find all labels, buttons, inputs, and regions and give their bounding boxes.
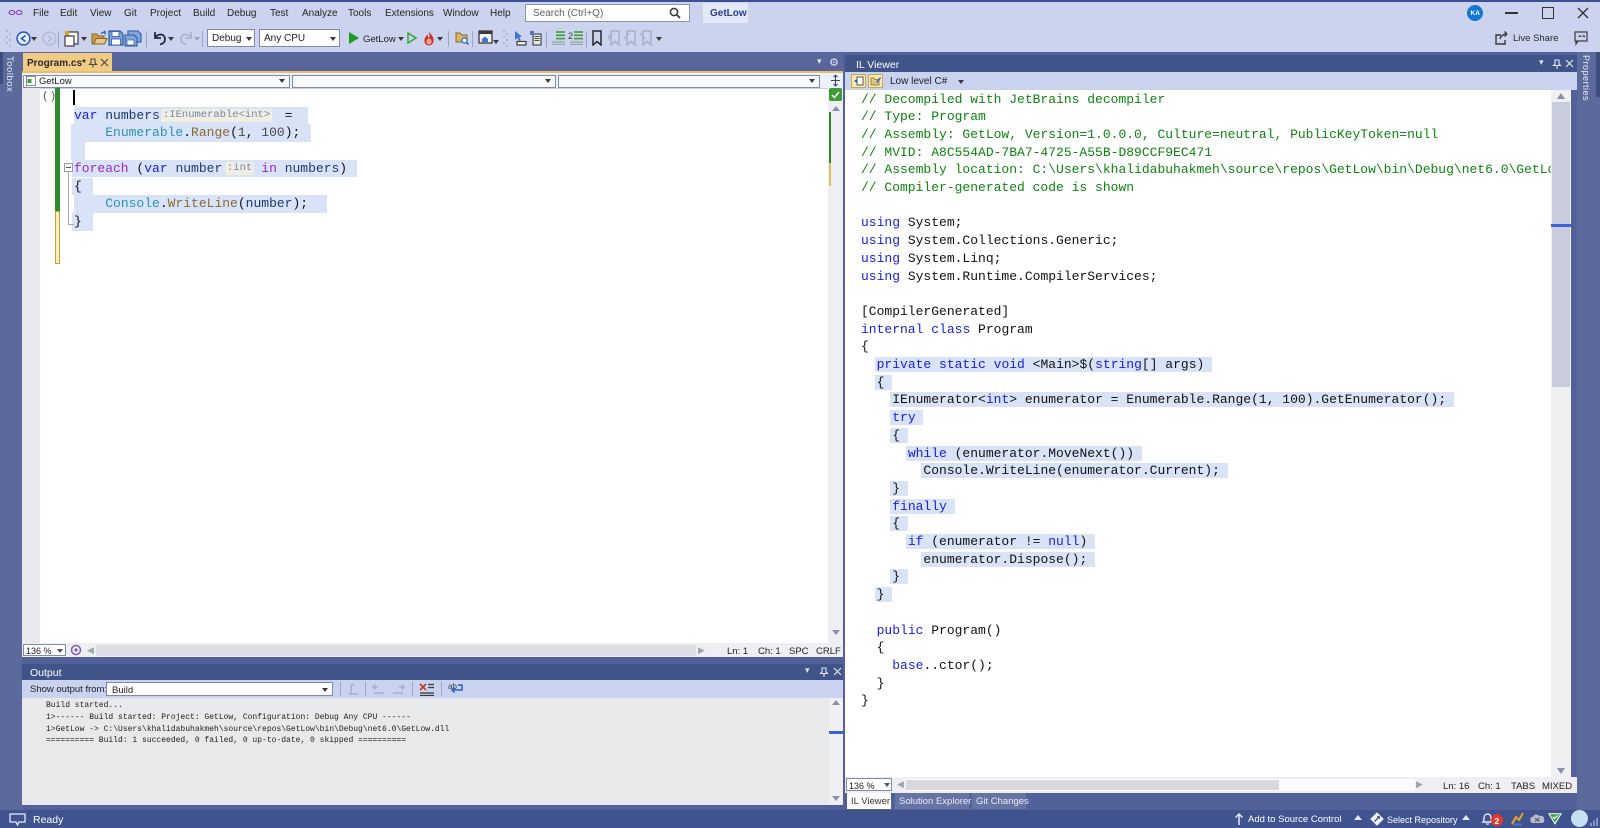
- svg-text:2: 2: [568, 31, 573, 41]
